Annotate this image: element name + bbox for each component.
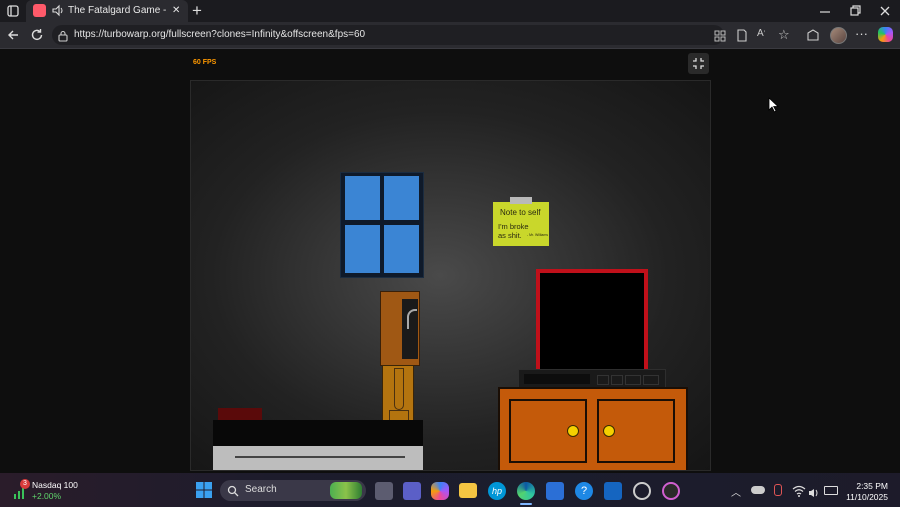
reading-view-icon[interactable] [736,29,748,42]
media-player-icon[interactable] [662,482,680,500]
turbowarp-favicon [33,4,46,17]
tab-title: The Fatalgard Game - Turbo [68,5,168,16]
search-box[interactable]: Search [220,480,366,501]
clock-time[interactable]: 2:35 PM [856,481,888,491]
tv-cabinet[interactable] [498,387,688,470]
back-icon[interactable] [6,28,20,42]
hp-icon[interactable]: hp [488,482,506,500]
teams-icon[interactable] [403,482,421,500]
start-button[interactable] [196,482,212,498]
tray-chevron-icon[interactable]: ︿ [731,484,741,499]
read-aloud-icon[interactable]: Aʼ [757,28,765,39]
cabinet-knob-left [567,425,579,437]
profile-avatar[interactable] [830,27,847,44]
address-bar[interactable]: https://turbowarp.org/fullscreen?clones=… [52,25,726,45]
url-text[interactable]: https://turbowarp.org/fullscreen?clones=… [74,29,365,40]
stock-change: +2.00% [32,491,62,501]
sticky-note[interactable]: Note to self I'm broke as shit. - Mr. Wi… [493,197,549,246]
tv-stand-console [518,369,666,389]
note-body: I'm broke as shit. [498,222,529,240]
wifi-icon[interactable] [792,484,806,497]
file-explorer-icon[interactable] [459,483,477,498]
stock-widget[interactable]: 3 Nasdaq 100 +2.00% [10,478,90,504]
volume-icon[interactable] [808,485,820,497]
store-icon[interactable] [546,482,564,500]
clock-app-icon[interactable] [633,482,651,500]
note-signature: - Mr. Williams [527,233,548,237]
minimize-icon[interactable] [818,5,832,17]
edge-icon[interactable] [517,482,535,500]
clock-date[interactable]: 11/10/2025 [845,492,888,502]
taskbar [0,473,900,507]
cabinet-door-right[interactable] [597,399,675,463]
onedrive-icon[interactable] [751,486,765,494]
audio-icon[interactable] [51,4,64,17]
restore-icon[interactable] [848,4,862,18]
room-window [340,172,424,278]
edge-active-indicator [520,503,532,505]
note-tape [510,197,532,204]
tab-actions-icon[interactable] [6,4,20,18]
battery-icon[interactable] [824,486,838,495]
exit-fullscreen-button[interactable] [688,53,709,74]
copilot-app-icon[interactable] [431,482,449,500]
search-label: Search [245,484,277,495]
refresh-icon[interactable] [30,28,44,42]
cabinet-door-left[interactable] [509,399,587,463]
stock-name: Nasdaq 100 [32,480,78,490]
microphone-icon[interactable] [774,484,782,496]
search-highlight-icon [330,482,362,499]
close-tab-icon[interactable]: ✕ [172,5,184,16]
tv-screen[interactable] [536,269,648,373]
copilot-icon[interactable] [878,27,893,42]
stock-badge: 3 [20,479,30,489]
bed-pillow [218,408,262,420]
app-badge-icon[interactable] [604,482,622,500]
help-icon[interactable]: ? [575,482,593,500]
active-tab[interactable]: The Fatalgard Game - Turbo ✕ [26,0,188,22]
bed [213,408,423,470]
more-icon[interactable]: ··· [855,26,868,41]
note-title: Note to self [500,208,541,217]
mouse-cursor-icon [768,97,780,113]
character-face [402,299,418,359]
close-icon[interactable] [878,4,892,18]
search-icon [227,484,239,497]
new-tab-button[interactable]: + [192,1,202,21]
cabinet-knob-right [603,425,615,437]
fps-counter: 60 FPS [193,59,217,66]
site-info-icon[interactable] [57,29,69,42]
game-stage[interactable]: Note to self I'm broke as shit. - Mr. Wi… [190,80,711,471]
favorite-icon[interactable]: ☆ [778,27,790,43]
task-view-icon[interactable] [375,482,393,500]
app-available-icon[interactable] [714,29,726,42]
collections-icon[interactable] [806,29,820,42]
